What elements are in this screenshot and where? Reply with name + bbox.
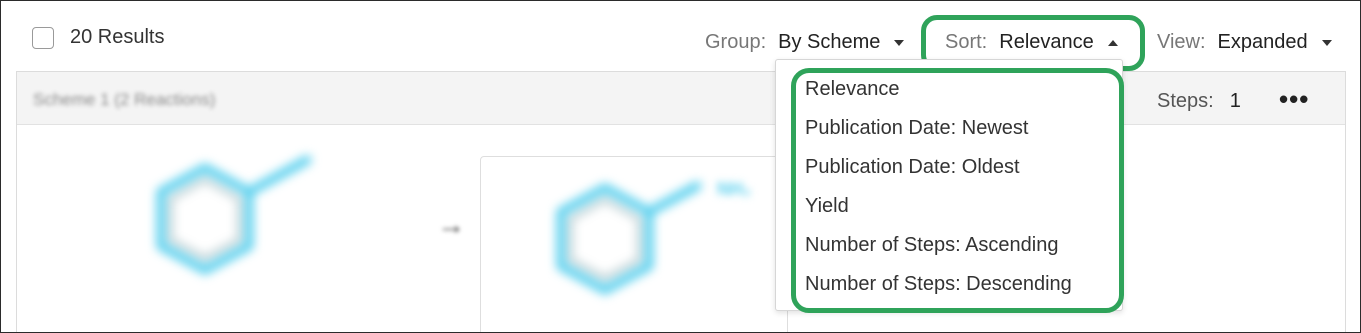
chevron-down-icon[interactable] — [1321, 39, 1332, 46]
scheme-header: Scheme 1 (2 Reactions) Steps: 1 ••• — [17, 72, 1345, 125]
group-label: Group: — [705, 31, 767, 53]
results-count: 20 Results — [70, 26, 165, 48]
select-all[interactable]: 20 Results — [32, 26, 165, 49]
product-amine-label: NH₂ — [717, 179, 751, 199]
group-value[interactable]: By Scheme — [778, 31, 880, 54]
scheme-title: Scheme 1 (2 Reactions) — [33, 90, 216, 109]
sort-menu-highlight-outline — [791, 68, 1124, 313]
steps-info: Steps: 1 — [1157, 90, 1241, 113]
view-value[interactable]: Expanded — [1218, 31, 1308, 54]
steps-value: 1 — [1229, 90, 1241, 112]
more-options-icon[interactable]: ••• — [1279, 84, 1309, 115]
view-label: View: — [1157, 31, 1206, 53]
results-panel: 20 Results Group: By Scheme Sort: Releva… — [0, 0, 1361, 333]
view-dropdown[interactable]: View: Expanded — [1157, 31, 1332, 54]
scheme-card: Scheme 1 (2 Reactions) Steps: 1 ••• → NH… — [16, 71, 1346, 332]
chevron-down-icon[interactable] — [894, 39, 905, 46]
reactant-structure — [156, 155, 312, 275]
group-dropdown[interactable]: Group: By Scheme — [705, 31, 905, 54]
reaction-arrow-icon: → — [437, 209, 465, 240]
steps-label: Steps: — [1157, 90, 1214, 112]
select-all-checkbox[interactable] — [32, 26, 54, 49]
